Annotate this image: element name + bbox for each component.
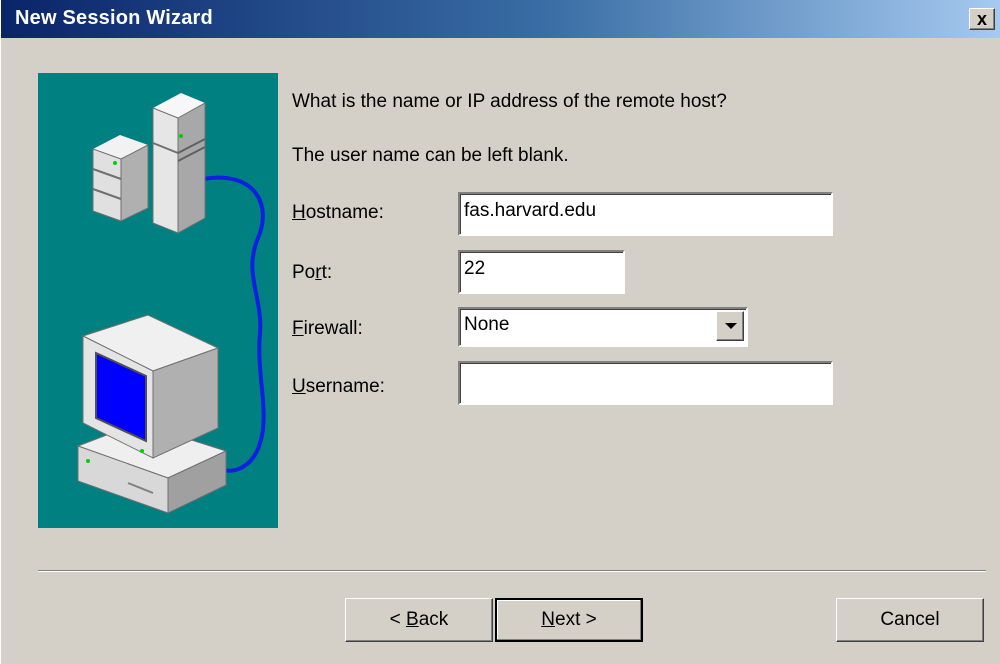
firewall-selected-value: None: [464, 314, 510, 335]
next-button[interactable]: Next >: [495, 598, 643, 642]
title-bar[interactable]: New Session Wizard x: [1, 0, 1000, 38]
port-label-text: t:: [321, 262, 333, 283]
port-label: Port:: [292, 262, 332, 284]
firewall-label: Firewall:: [292, 318, 363, 340]
username-input[interactable]: [458, 361, 833, 405]
port-label-prefix: Po: [292, 262, 316, 283]
firewall-select[interactable]: None: [458, 307, 748, 347]
hostname-input[interactable]: fas.harvard.edu: [458, 192, 833, 236]
next-button-text: ext >: [555, 609, 597, 630]
window-title: New Session Wizard: [15, 7, 213, 29]
hostname-label-text: ostname:: [305, 202, 384, 223]
divider: [38, 570, 986, 572]
firewall-label-text: irewall:: [303, 318, 363, 339]
prompt-question: What is the name or IP address of the re…: [292, 91, 727, 112]
server-tower-icon: [152, 93, 206, 234]
username-label-text: sername:: [305, 376, 385, 397]
wizard-illustration: [38, 73, 278, 528]
back-button[interactable]: < Back: [345, 598, 493, 642]
hostname-mnemonic: H: [292, 202, 306, 223]
wizard-window: New Session Wizard x What is the name or…: [0, 0, 1000, 664]
prompt-hint: The user name can be left blank.: [292, 145, 569, 166]
back-button-prefix: <: [389, 609, 407, 630]
port-input[interactable]: 22: [458, 250, 625, 294]
back-mnemonic: B: [406, 609, 419, 630]
illustration-graphic: [76, 93, 266, 514]
close-icon: x: [976, 9, 987, 29]
hostname-label: Hostname:: [292, 202, 384, 224]
chevron-down-icon[interactable]: [716, 311, 744, 341]
back-button-text: ack: [418, 609, 449, 630]
next-mnemonic: N: [541, 609, 555, 630]
firewall-mnemonic: F: [292, 318, 304, 339]
cancel-button[interactable]: Cancel: [836, 598, 984, 642]
username-label: Username:: [292, 376, 385, 398]
close-button[interactable]: x: [969, 8, 995, 30]
username-mnemonic: U: [292, 376, 306, 397]
computer-monitor-icon: [76, 314, 228, 514]
server-small-icon: [92, 135, 149, 222]
